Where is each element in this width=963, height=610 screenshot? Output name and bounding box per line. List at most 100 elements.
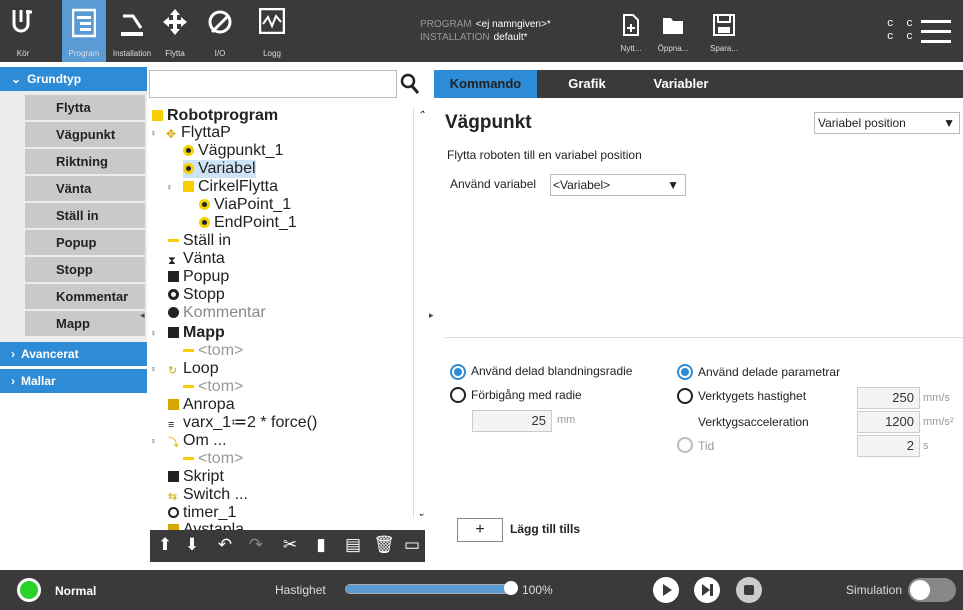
redo-icon[interactable]: ↷ <box>245 534 267 556</box>
tree-node[interactable]: Stopp <box>168 286 225 304</box>
add-until-button[interactable]: + <box>457 518 503 542</box>
waypoint-type-select[interactable]: Variabel position ▼ <box>814 112 960 134</box>
sidebar-item-move[interactable]: Flytta <box>25 95 145 120</box>
pin-icon[interactable]: ♀ <box>166 182 173 192</box>
play-button[interactable] <box>653 577 679 603</box>
sidebar-item-direction[interactable]: Riktning <box>25 149 145 174</box>
tree-scrollbar[interactable]: ⌃ ⌄ <box>413 108 426 519</box>
page-title: Vägpunkt <box>445 112 532 133</box>
tree-root[interactable]: Robotprogram <box>152 107 278 125</box>
tree-node[interactable]: <tom> <box>183 450 243 468</box>
undo-icon[interactable]: ↶ <box>214 534 236 556</box>
tab-graphics[interactable]: Grafik <box>552 70 622 98</box>
tree-node[interactable]: Ställ in <box>168 232 231 250</box>
suppress-icon[interactable]: ▭ <box>401 534 423 556</box>
robot-arm-icon <box>119 8 145 43</box>
pin-icon[interactable]: ♀ <box>150 328 157 338</box>
slider-knob[interactable] <box>504 581 518 595</box>
sidebar-item-wait[interactable]: Vänta <box>25 176 145 201</box>
switch-icon: ⇆ <box>168 491 178 503</box>
cut-icon[interactable]: ✂ <box>279 534 301 556</box>
folder-icon <box>657 14 689 41</box>
move-down-icon[interactable]: ⬇ <box>181 534 203 556</box>
tree-node[interactable]: ⤵ Om ... <box>168 432 227 450</box>
time-radio[interactable] <box>677 437 693 453</box>
tool-speed-radio[interactable] <box>677 388 693 404</box>
collapse-handle-icon[interactable]: ◂ <box>140 310 145 321</box>
scroll-up-icon[interactable]: ⌃ <box>417 110 425 121</box>
blend-radius-radio[interactable] <box>450 387 466 403</box>
step-button[interactable] <box>694 577 720 603</box>
search-icon[interactable] <box>399 72 421 96</box>
sidebar-item-popup[interactable]: Popup <box>25 230 145 255</box>
speed-slider[interactable] <box>345 581 518 595</box>
open-button[interactable]: Öppna... <box>657 14 689 53</box>
bottom-bar: Normal Hastighet 100% Simulation <box>0 570 963 610</box>
sidebar-item-stop[interactable]: Stopp <box>25 257 145 282</box>
waypoint-icon <box>183 163 194 174</box>
tree-node[interactable]: Avstapla <box>168 521 244 530</box>
tree-node[interactable]: ViaPoint_1 <box>199 196 291 214</box>
tree-node[interactable]: CirkelFlytta <box>183 178 278 196</box>
tab-variables[interactable]: Variabler <box>641 70 721 98</box>
tree-node[interactable]: Anropa <box>168 396 235 414</box>
tree-node[interactable]: ⧗ Vänta <box>168 250 225 268</box>
param-shared-radio[interactable] <box>677 364 693 380</box>
nav-log[interactable]: Logg <box>255 0 289 62</box>
sidebar-item-folder[interactable]: Mapp <box>25 311 145 336</box>
sidebar-item-comment[interactable]: Kommentar <box>25 284 145 309</box>
tree-node[interactable]: Skript <box>168 468 224 486</box>
pin-icon[interactable]: ♀ <box>150 128 157 138</box>
tree-node[interactable]: timer_1 <box>168 504 236 522</box>
nav-io[interactable]: I/O <box>203 0 237 62</box>
tree-node[interactable]: ≡ varx_1≔2 * force() <box>168 414 317 432</box>
tree-node-selected[interactable]: Variabel <box>183 160 256 178</box>
power-status-icon[interactable] <box>17 578 41 602</box>
simulation-toggle[interactable] <box>908 578 956 602</box>
scroll-down-icon[interactable]: ⌄ <box>417 508 425 519</box>
sidebar-group-advanced[interactable]: › Avancerat <box>0 342 147 366</box>
tree-node[interactable]: ⇆ Switch ... <box>168 486 248 504</box>
blend-shared-radio[interactable] <box>450 364 466 380</box>
tree-node[interactable]: <tom> <box>183 378 243 396</box>
speed-unit: mm/s <box>923 392 950 404</box>
variable-select[interactable]: <Variabel> ▼ <box>550 174 686 196</box>
sidebar-group-basic[interactable]: ⌄ Grundtyp <box>0 67 147 91</box>
tab-command[interactable]: Kommando <box>434 70 537 98</box>
delete-icon[interactable]: 🗑 <box>373 534 395 556</box>
sidebar-group-templates[interactable]: › Mallar <box>0 369 147 393</box>
tree-node[interactable]: Popup <box>168 268 229 286</box>
pin-icon[interactable]: ♀ <box>150 364 157 374</box>
tree-node[interactable]: ↻ Loop <box>168 360 219 378</box>
accel-field[interactable]: 1200 <box>857 411 920 433</box>
sidebar-item-set[interactable]: Ställ in <box>25 203 145 228</box>
move-up-icon[interactable]: ⬆ <box>154 534 176 556</box>
tree-node[interactable]: <tom> <box>183 342 243 360</box>
nav-run[interactable]: Kör <box>6 0 40 62</box>
nav-move[interactable]: Flytta <box>160 0 190 62</box>
nav-program[interactable]: Program <box>62 0 106 62</box>
move-arrows-icon <box>162 8 188 41</box>
tree-node[interactable]: Mapp <box>168 324 225 342</box>
search-input[interactable] <box>149 70 397 98</box>
tree-node[interactable]: Vägpunkt_1 <box>183 142 283 160</box>
hamburger-menu-icon[interactable] <box>921 20 951 44</box>
circle-move-icon <box>183 181 194 192</box>
tree-node[interactable]: EndPoint_1 <box>199 214 297 232</box>
tool-accel-label: Verktygsacceleration <box>698 415 809 429</box>
program-info: PROGRAM <ej namngiven>* INSTALLATION defau… <box>420 19 551 43</box>
radius-field[interactable]: 25 <box>472 410 552 432</box>
tree-node[interactable]: Kommentar <box>168 304 266 322</box>
pin-icon[interactable]: ♀ <box>150 436 157 446</box>
save-button[interactable]: Spara... <box>707 14 741 53</box>
paste-icon[interactable]: ▤ <box>342 534 364 556</box>
tree-node[interactable]: ✥ FlyttaP <box>166 124 231 142</box>
new-button[interactable]: Nytt... <box>616 14 646 53</box>
sidebar-item-waypoint[interactable]: Vägpunkt <box>25 122 145 147</box>
stop-button[interactable] <box>736 577 762 603</box>
expand-handle-icon[interactable]: ▸ <box>429 310 434 321</box>
time-field[interactable]: 2 <box>857 435 920 457</box>
speed-field[interactable]: 250 <box>857 387 920 409</box>
copy-icon[interactable]: ▮ <box>310 534 332 556</box>
nav-installation[interactable]: Installation <box>112 0 152 62</box>
